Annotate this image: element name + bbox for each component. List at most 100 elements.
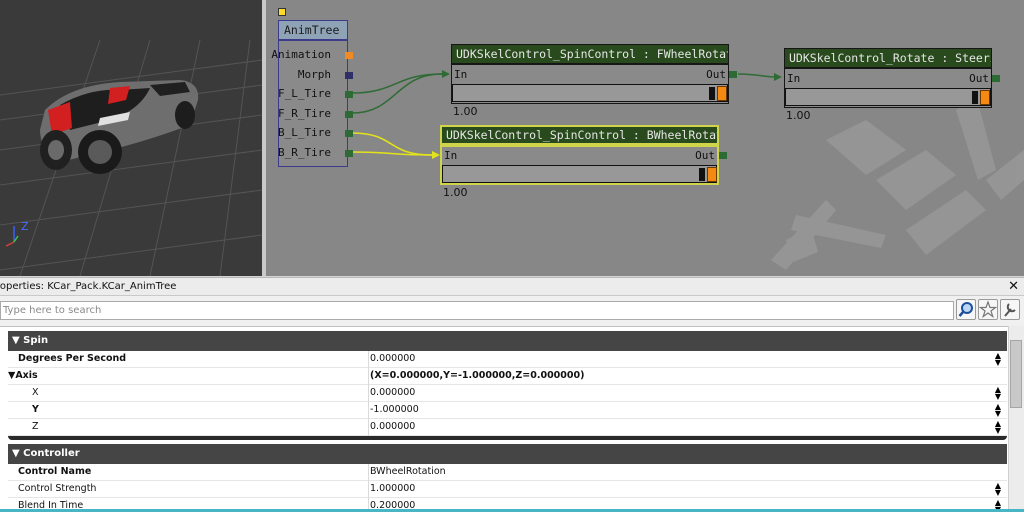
property-row[interactable]: ▼Axis (X=0.000000,Y=-1.000000,Z=0.000000… <box>8 368 1007 385</box>
rear-spin-in-label: In <box>444 149 458 162</box>
property-value: (X=0.000000,Y=-1.000000,Z=0.000000) <box>370 370 585 381</box>
rear-spin-out-port[interactable] <box>719 152 727 159</box>
favorites-button[interactable] <box>978 299 998 320</box>
rear-spin-node-title[interactable]: UDKSkelControl_SpinControl : BWheelRotat… <box>440 125 719 145</box>
spinner-arrows-icon[interactable]: ▲▼ <box>993 403 1003 418</box>
category-controller-label: Controller <box>23 448 80 459</box>
column-divider <box>368 385 369 402</box>
property-value[interactable]: -1.000000 <box>370 404 419 415</box>
property-row[interactable]: Control Name BWheelRotation <box>8 464 1007 481</box>
animtree-output-bl-tire: B_L_Tire <box>278 126 331 139</box>
preview-viewport[interactable]: Z <box>0 0 262 276</box>
property-name: Degrees Per Second <box>18 353 127 364</box>
property-row[interactable]: Y -1.000000 ▲ ▼ <box>8 402 1007 419</box>
properties-titlebar: roperties: KCar_Pack.KCar_AnimTree ✕ <box>0 277 1024 296</box>
search-input[interactable]: Type here to search <box>0 301 954 320</box>
property-row[interactable]: Z 0.000000 ▲ ▼ <box>8 419 1007 436</box>
column-divider <box>368 368 369 385</box>
rear-spin-out-label: Out <box>695 149 715 162</box>
category-spin-label: Spin <box>23 335 49 346</box>
property-grid: ▼ Spin Degrees Per Second 0.000000 ▲ ▼ ▼A… <box>0 326 1024 512</box>
front-spin-strength-value: 1.00 <box>453 105 478 118</box>
front-spin-in-label: In <box>454 68 468 81</box>
options-button[interactable] <box>1000 299 1020 320</box>
close-icon[interactable]: ✕ <box>1008 278 1019 296</box>
steering-node-title[interactable]: UDKSkelControl_Rotate : Steering <box>784 48 992 68</box>
rear-spin-node[interactable]: In Out <box>440 145 719 185</box>
animtree-node-title[interactable]: AnimTree <box>278 20 348 40</box>
property-value[interactable]: 0.000000 <box>370 353 415 364</box>
slider-knob <box>972 91 978 104</box>
steering-out-label: Out <box>969 72 989 85</box>
property-value[interactable]: 0.000000 <box>370 387 415 398</box>
search-icon <box>958 302 973 317</box>
expand-arrow-icon[interactable]: ▼ <box>12 335 23 346</box>
property-name: Z <box>32 421 39 432</box>
anim-tree-editor: Z AnimTree Animation Morph F_L_Tire F_R_… <box>0 0 1024 512</box>
category-spin[interactable]: ▼ Spin <box>8 331 1007 351</box>
scrollbar-thumb[interactable] <box>1010 340 1022 408</box>
animtree-output-morph: Morph <box>297 68 331 81</box>
animtree-output-animation: Animation <box>271 48 331 61</box>
steering-strength-value: 1.00 <box>786 109 811 122</box>
front-spin-out-label: Out <box>706 68 726 81</box>
animtree-port-fl-tire[interactable] <box>345 91 353 98</box>
rear-spin-strength-slider[interactable] <box>442 165 717 183</box>
steering-node[interactable]: In Out <box>784 68 992 108</box>
column-divider <box>368 351 369 368</box>
steering-out-port[interactable] <box>992 75 1000 82</box>
viewport-scene: Z <box>0 39 262 276</box>
expand-arrow-icon[interactable]: ▼ <box>12 448 23 459</box>
spinner-arrows-icon[interactable]: ▲▼ <box>993 420 1003 435</box>
search-button[interactable] <box>956 299 976 320</box>
property-value[interactable]: 0.000000 <box>370 421 415 432</box>
property-row[interactable]: Degrees Per Second 0.000000 ▲ ▼ <box>8 351 1007 368</box>
slider-handle[interactable] <box>707 167 717 182</box>
animtree-port-morph[interactable] <box>345 72 353 79</box>
front-spin-node[interactable]: In Out <box>451 64 729 104</box>
property-row[interactable]: X 0.000000 ▲ ▼ <box>8 385 1007 402</box>
column-divider <box>368 419 369 436</box>
property-row[interactable]: Control Strength 1.000000 ▲ ▼ <box>8 481 1007 498</box>
property-value[interactable]: 1.000000 <box>370 483 415 494</box>
category-footer <box>8 436 1007 440</box>
column-divider <box>368 481 369 498</box>
property-name: X <box>32 387 39 398</box>
anim-tree-graph[interactable]: AnimTree Animation Morph F_L_Tire F_R_Ti… <box>266 0 1024 276</box>
spinner-arrows-icon[interactable]: ▲▼ <box>993 386 1003 401</box>
spinner-arrows-icon[interactable]: ▲▼ <box>993 482 1003 497</box>
properties-search-bar: Type here to search <box>0 296 1024 326</box>
front-spin-out-port[interactable] <box>729 71 737 78</box>
property-name: Control Name <box>18 466 92 477</box>
steering-in-label: In <box>787 72 801 85</box>
animtree-port-animation[interactable] <box>345 52 353 59</box>
axis-z-label: Z <box>21 220 29 233</box>
animtree-port-bl-tire[interactable] <box>345 130 353 137</box>
slider-handle[interactable] <box>717 86 727 101</box>
animtree-output-fl-tire: F_L_Tire <box>278 87 331 100</box>
axis-gizmo <box>5 226 19 247</box>
front-spin-strength-slider[interactable] <box>452 84 728 102</box>
properties-title: roperties: KCar_Pack.KCar_AnimTree <box>0 281 177 292</box>
property-name: ▼Axis <box>8 370 38 381</box>
slider-knob <box>699 168 705 181</box>
steering-strength-slider[interactable] <box>785 88 991 106</box>
slider-handle[interactable] <box>980 90 990 105</box>
property-value[interactable]: BWheelRotation <box>370 466 446 477</box>
animtree-output-fr-tire: F_R_Tire <box>278 107 331 120</box>
animtree-port-br-tire[interactable] <box>345 150 353 157</box>
animtree-port-fr-tire[interactable] <box>345 111 353 118</box>
rear-spin-strength-value: 1.00 <box>443 186 468 199</box>
spinner-arrows-icon[interactable]: ▲▼ <box>993 352 1003 367</box>
animtree-output-br-tire: B_R_Tire <box>278 146 331 159</box>
axis-label: Axis <box>15 370 38 381</box>
wrench-icon <box>1004 303 1016 317</box>
animtree-node[interactable]: Animation Morph F_L_Tire F_R_Tire B_L_Ti… <box>271 40 353 167</box>
category-controller[interactable]: ▼ Controller <box>8 444 1007 464</box>
property-name: Control Strength <box>18 483 97 494</box>
property-name: Y <box>32 404 39 415</box>
column-divider <box>368 464 369 481</box>
star-icon <box>978 300 998 319</box>
column-divider <box>368 402 369 419</box>
front-spin-node-title[interactable]: UDKSkelControl_SpinControl : FWheelRotat… <box>451 44 729 64</box>
